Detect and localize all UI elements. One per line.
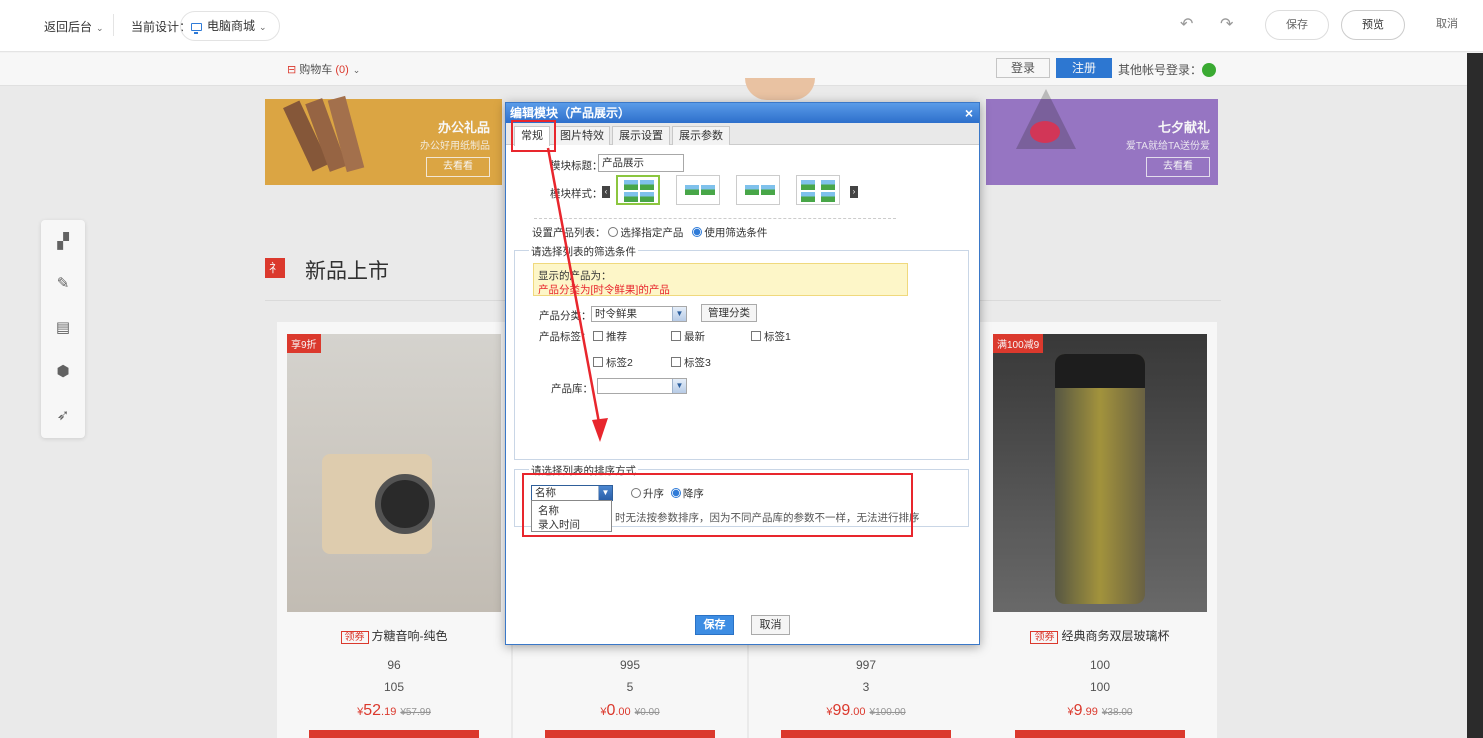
chevron-right-icon[interactable]: › bbox=[850, 186, 858, 198]
redo-icon[interactable]: ↷ bbox=[1220, 14, 1233, 34]
sort-direction: 升序 降序 bbox=[631, 486, 704, 501]
tag-option[interactable]: 标签3 bbox=[671, 355, 711, 370]
tab-display-settings[interactable]: 展示设置 bbox=[612, 126, 670, 145]
back-label: 返回后台 bbox=[44, 20, 93, 34]
tag-option[interactable]: 标签1 bbox=[751, 329, 791, 344]
radio-filter-conditions[interactable] bbox=[692, 227, 703, 237]
sort-option[interactable]: 名称 bbox=[538, 503, 559, 518]
editor-topbar: 返回后台 ⌄ 当前设计： 电脑商城 ⌄ ↶ ↷ 保存 预览 取消 bbox=[0, 0, 1483, 52]
option-filter-label: 使用筛选条件 bbox=[704, 227, 768, 239]
chevron-down-icon: ▼ bbox=[672, 379, 686, 393]
option-specified-label: 选择指定产品 bbox=[620, 227, 684, 239]
checkbox[interactable] bbox=[751, 331, 761, 341]
sort-dropdown-list: 名称 录入时间 bbox=[531, 500, 612, 532]
annotation-arrow bbox=[546, 147, 608, 442]
tag-text: 标签1 bbox=[764, 331, 791, 343]
monitor-icon bbox=[191, 23, 202, 34]
manage-category-button[interactable]: 管理分类 bbox=[701, 304, 757, 322]
style-option-detail[interactable] bbox=[796, 175, 840, 205]
device-label: 电脑商城 bbox=[207, 19, 256, 33]
divider bbox=[113, 14, 114, 36]
back-to-admin-button[interactable]: 返回后台 ⌄ bbox=[44, 18, 104, 35]
radio-ascending[interactable] bbox=[631, 488, 641, 498]
preview-button[interactable]: 预览 bbox=[1341, 10, 1405, 40]
dialog-cancel-button[interactable]: 取消 bbox=[751, 615, 790, 635]
chevron-down-icon: ⌄ bbox=[259, 22, 267, 32]
sort-option[interactable]: 录入时间 bbox=[538, 517, 580, 532]
tag-text: 标签3 bbox=[684, 357, 711, 369]
right-panel-strip bbox=[1467, 53, 1483, 738]
close-icon[interactable]: × bbox=[965, 103, 973, 123]
chevron-down-icon: ⌄ bbox=[96, 23, 104, 33]
arrow-head bbox=[592, 418, 608, 442]
dialog-title: 编辑模块（产品展示） bbox=[506, 103, 979, 123]
tag-text: 最新 bbox=[684, 331, 705, 343]
style-option-list[interactable] bbox=[676, 175, 720, 205]
save-button[interactable]: 保存 bbox=[1265, 10, 1329, 40]
style-option-grid[interactable] bbox=[616, 175, 660, 205]
cancel-button[interactable]: 取消 bbox=[1417, 10, 1477, 40]
device-selector[interactable]: 电脑商城 ⌄ bbox=[180, 11, 280, 41]
undo-icon[interactable]: ↶ bbox=[1180, 14, 1193, 34]
style-option-carousel[interactable] bbox=[736, 175, 780, 205]
module-style-picker: ‹ › bbox=[602, 175, 862, 209]
radio-descending[interactable] bbox=[670, 488, 681, 498]
arrow-line bbox=[546, 147, 602, 429]
sort-note: 时无法按参数排序，因为不同产品库的参数不一样，无法进行排序 bbox=[615, 512, 920, 524]
descending-label: 降序 bbox=[682, 488, 704, 500]
tag-option[interactable]: 最新 bbox=[671, 329, 705, 344]
chevron-down-icon: ▼ bbox=[598, 486, 612, 500]
chevron-down-icon: ▼ bbox=[672, 307, 686, 321]
checkbox[interactable] bbox=[671, 331, 681, 341]
ascending-label: 升序 bbox=[643, 488, 664, 500]
sort-value: 名称 bbox=[535, 487, 556, 499]
dialog-save-button[interactable]: 保存 bbox=[695, 615, 734, 635]
tab-display-params[interactable]: 展示参数 bbox=[672, 126, 730, 145]
checkbox[interactable] bbox=[671, 357, 681, 367]
sort-legend: 请选择列表的排序方式 bbox=[529, 463, 638, 478]
sort-select[interactable]: 名称 ▼ bbox=[531, 485, 613, 501]
